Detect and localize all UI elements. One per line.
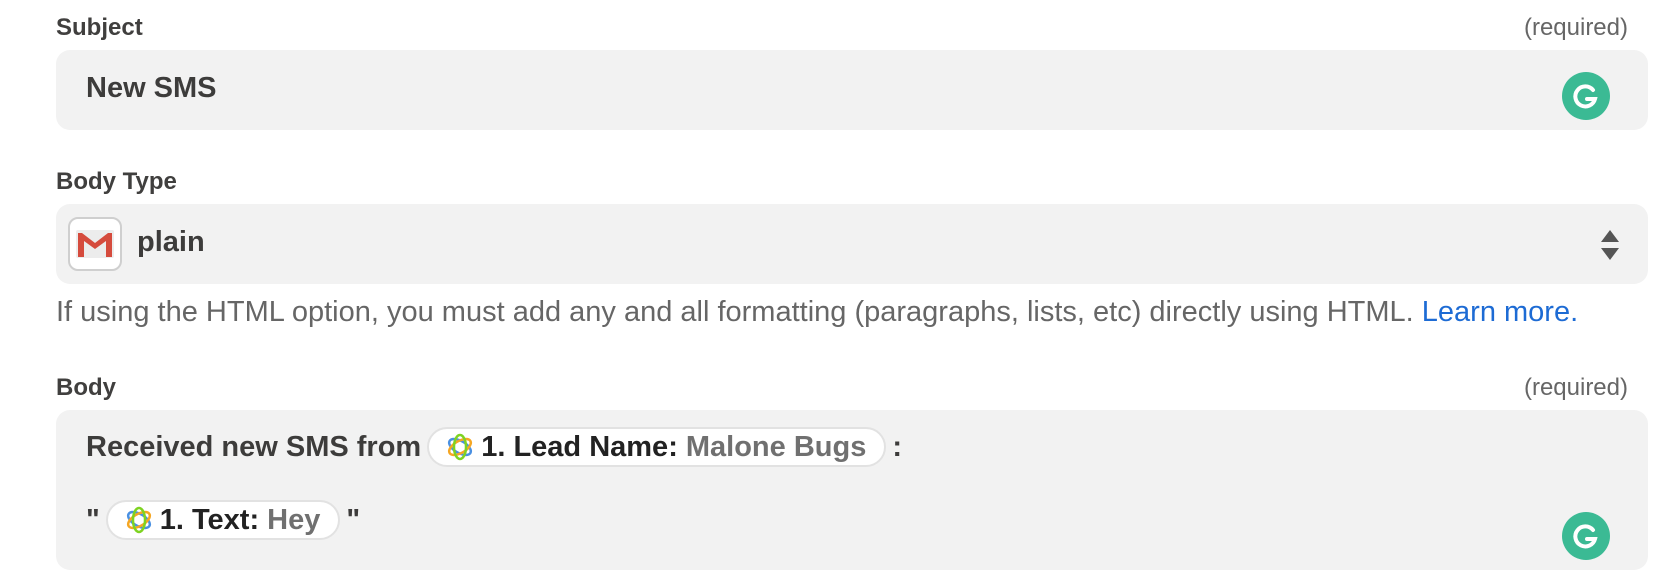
- subject-field[interactable]: New SMS: [56, 50, 1648, 130]
- subject-value: New SMS: [86, 72, 217, 104]
- body-line2-open-quote: ": [86, 503, 100, 536]
- body-line2-close-quote: ": [346, 503, 361, 536]
- learn-more-link[interactable]: Learn more.: [1422, 296, 1578, 328]
- body-required: (required): [1523, 374, 1628, 401]
- subject-label: Subject: [56, 14, 143, 41]
- select-stepper-icon: [1600, 228, 1620, 262]
- body-line1-prefix: Received new SMS from: [86, 430, 422, 463]
- body-label: Body: [56, 374, 116, 401]
- subject-required: (required): [1523, 14, 1628, 41]
- body-type-label: Body Type: [56, 168, 177, 195]
- grammarly-icon[interactable]: [1562, 72, 1610, 120]
- body-type-value: plain: [137, 226, 205, 258]
- lead-name-pill-value: Malone Bugs: [685, 430, 867, 463]
- body-field[interactable]: Received new SMS from 1. Lead Name: Malo…: [56, 410, 1648, 570]
- app-logo-icon: [448, 433, 473, 461]
- text-pill-value: Hey: [267, 503, 321, 536]
- text-pill[interactable]: 1. Text: Hey: [105, 500, 341, 540]
- text-pill-label: 1. Text:: [159, 503, 260, 536]
- gmail-icon: [68, 217, 122, 271]
- help-text: If using the HTML option, you must add a…: [56, 296, 1414, 328]
- grammarly-icon[interactable]: [1562, 512, 1610, 560]
- lead-name-pill[interactable]: 1. Lead Name: Malone Bugs: [427, 427, 887, 467]
- body-type-select[interactable]: plain: [56, 204, 1648, 284]
- subject-label-row: Subject (required): [56, 14, 1628, 42]
- body-line1-suffix: :: [892, 430, 902, 463]
- body-type-label-row: Body Type: [56, 168, 1628, 196]
- body-line-2: " 1. Text: Hey ": [86, 500, 360, 540]
- app-logo-icon: [126, 506, 151, 534]
- body-line-1: Received new SMS from 1. Lead Name: Malo…: [86, 427, 902, 467]
- body-type-help-text: If using the HTML option, you must add a…: [56, 296, 1578, 329]
- body-label-row: Body (required): [56, 374, 1628, 402]
- lead-name-pill-label: 1. Lead Name:: [481, 430, 678, 463]
